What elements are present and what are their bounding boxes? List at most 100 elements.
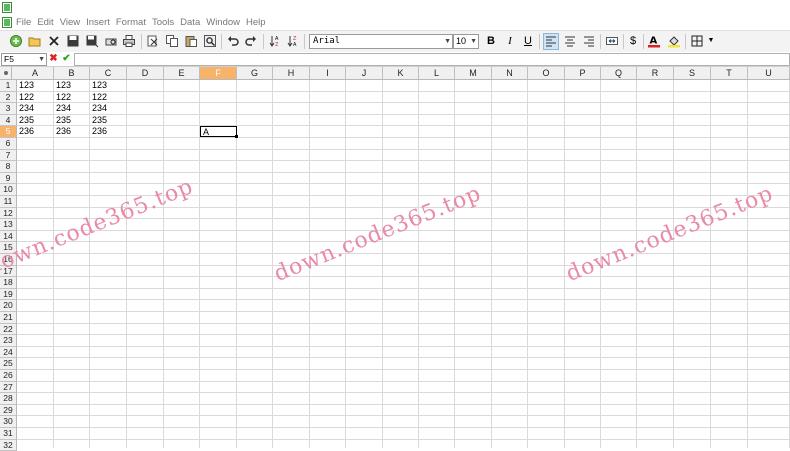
align-left-icon[interactable]	[543, 33, 559, 50]
font-name-select[interactable]: Arial ▼	[309, 34, 453, 49]
row-header-12[interactable]: 12	[0, 207, 17, 220]
row-header-28[interactable]: 28	[0, 393, 17, 405]
menu-data[interactable]: Data	[177, 15, 203, 30]
cell-reference-box[interactable]: F5 ▼	[1, 53, 47, 66]
row-header-16[interactable]: 16	[0, 254, 17, 266]
currency-button[interactable]: $	[626, 34, 640, 48]
row-header-30[interactable]: 30	[0, 416, 17, 428]
row-header-20[interactable]: 20	[0, 300, 17, 312]
column-header-h[interactable]: H	[273, 67, 310, 79]
accept-icon[interactable]: ✔	[61, 53, 72, 64]
row-header-4[interactable]: 4	[0, 114, 17, 127]
row-header-24[interactable]: 24	[0, 346, 17, 359]
row-header-22[interactable]: 22	[0, 323, 17, 336]
paste-icon[interactable]	[184, 34, 198, 48]
cell-c3[interactable]: 234	[90, 103, 127, 114]
column-header-a[interactable]: A	[17, 67, 54, 79]
cell-grid[interactable]: 123 123 123 122 122 122 234 234 234 235 235 235 236 2…	[17, 80, 790, 448]
cell-a3[interactable]: 234	[17, 103, 54, 114]
new-icon[interactable]	[9, 34, 23, 48]
cell-c1[interactable]: 123	[90, 80, 127, 91]
row-header-29[interactable]: 29	[0, 404, 17, 417]
save-icon[interactable]	[66, 34, 80, 48]
cell-a1[interactable]: 123	[17, 80, 54, 91]
column-header-q[interactable]: Q	[601, 67, 637, 79]
open-folder-icon[interactable]	[28, 34, 42, 48]
column-header-k[interactable]: K	[383, 67, 419, 79]
column-header-l[interactable]: L	[419, 67, 455, 79]
column-header-t[interactable]: T	[711, 67, 748, 79]
bold-button[interactable]: B	[484, 34, 498, 48]
find-icon[interactable]	[203, 34, 217, 48]
document-icon[interactable]	[2, 17, 12, 28]
row-header-9[interactable]: 9	[0, 172, 17, 185]
column-header-s[interactable]: S	[674, 67, 711, 79]
column-header-p[interactable]: P	[565, 67, 601, 79]
row-header-13[interactable]: 13	[0, 219, 17, 231]
menu-insert[interactable]: Insert	[83, 15, 113, 30]
align-right-icon[interactable]	[582, 34, 596, 48]
row-header-17[interactable]: 17	[0, 265, 17, 278]
cell-b2[interactable]: 122	[54, 92, 90, 103]
row-header-25[interactable]: 25	[0, 358, 17, 370]
row-header-18[interactable]: 18	[0, 277, 17, 289]
row-header-32[interactable]: 32	[0, 439, 17, 451]
redo-icon[interactable]	[244, 34, 258, 48]
row-header-11[interactable]: 11	[0, 196, 17, 208]
merge-cells-icon[interactable]	[605, 34, 619, 48]
print-icon[interactable]	[122, 34, 136, 48]
underline-button[interactable]: U	[521, 34, 535, 48]
column-header-m[interactable]: M	[455, 67, 492, 79]
row-header-5[interactable]: 5	[0, 126, 17, 138]
row-header-10[interactable]: 10	[0, 184, 17, 196]
column-header-e[interactable]: E	[164, 67, 200, 79]
menu-format[interactable]: Format	[113, 15, 149, 30]
cell-b3[interactable]: 234	[54, 103, 90, 114]
cell-c5[interactable]: 236	[90, 126, 127, 137]
column-header-f[interactable]: F	[200, 67, 237, 79]
cell-a5[interactable]: 236	[17, 126, 54, 137]
row-header-31[interactable]: 31	[0, 428, 17, 440]
menu-file[interactable]: File	[12, 15, 34, 30]
column-header-g[interactable]: G	[237, 67, 273, 79]
row-header-7[interactable]: 7	[0, 149, 17, 162]
menu-edit[interactable]: Edit	[34, 15, 56, 30]
select-all-corner[interactable]	[0, 67, 12, 79]
row-header-26[interactable]: 26	[0, 370, 17, 382]
column-header-c[interactable]: C	[90, 67, 127, 79]
copy-icon[interactable]	[165, 34, 179, 48]
column-header-o[interactable]: O	[528, 67, 565, 79]
cell-a4[interactable]: 235	[17, 115, 54, 126]
sort-descending-icon[interactable]: ZA	[286, 34, 300, 48]
cut-icon[interactable]	[146, 34, 160, 48]
formula-input[interactable]	[74, 53, 790, 66]
print-preview-icon[interactable]	[104, 34, 118, 48]
fill-color-icon[interactable]	[667, 34, 681, 48]
font-color-icon[interactable]: A	[647, 34, 661, 48]
row-header-27[interactable]: 27	[0, 381, 17, 394]
column-header-r[interactable]: R	[637, 67, 674, 79]
cancel-icon[interactable]: ✖	[48, 53, 59, 64]
cell-c4[interactable]: 235	[90, 115, 127, 126]
borders-icon[interactable]	[690, 34, 704, 48]
borders-dropdown-icon[interactable]: ▼	[704, 34, 718, 48]
menu-tools[interactable]: Tools	[149, 15, 177, 30]
undo-icon[interactable]	[226, 34, 240, 48]
row-header-1[interactable]: 1	[0, 80, 17, 92]
cell-b5[interactable]: 236	[54, 126, 90, 137]
cell-b4[interactable]: 235	[54, 115, 90, 126]
column-header-n[interactable]: N	[492, 67, 528, 79]
menu-view[interactable]: View	[57, 15, 83, 30]
column-header-j[interactable]: J	[346, 67, 383, 79]
column-header-u[interactable]: U	[748, 67, 790, 79]
row-header-6[interactable]: 6	[0, 138, 17, 150]
column-header-d[interactable]: D	[127, 67, 164, 79]
save-as-icon[interactable]	[85, 34, 99, 48]
align-center-icon[interactable]	[563, 34, 577, 48]
menu-window[interactable]: Window	[203, 15, 243, 30]
close-icon[interactable]	[47, 34, 61, 48]
row-header-14[interactable]: 14	[0, 230, 17, 243]
row-header-21[interactable]: 21	[0, 312, 17, 324]
column-header-i[interactable]: I	[310, 67, 346, 79]
font-size-select[interactable]: 10 ▼	[453, 34, 479, 49]
